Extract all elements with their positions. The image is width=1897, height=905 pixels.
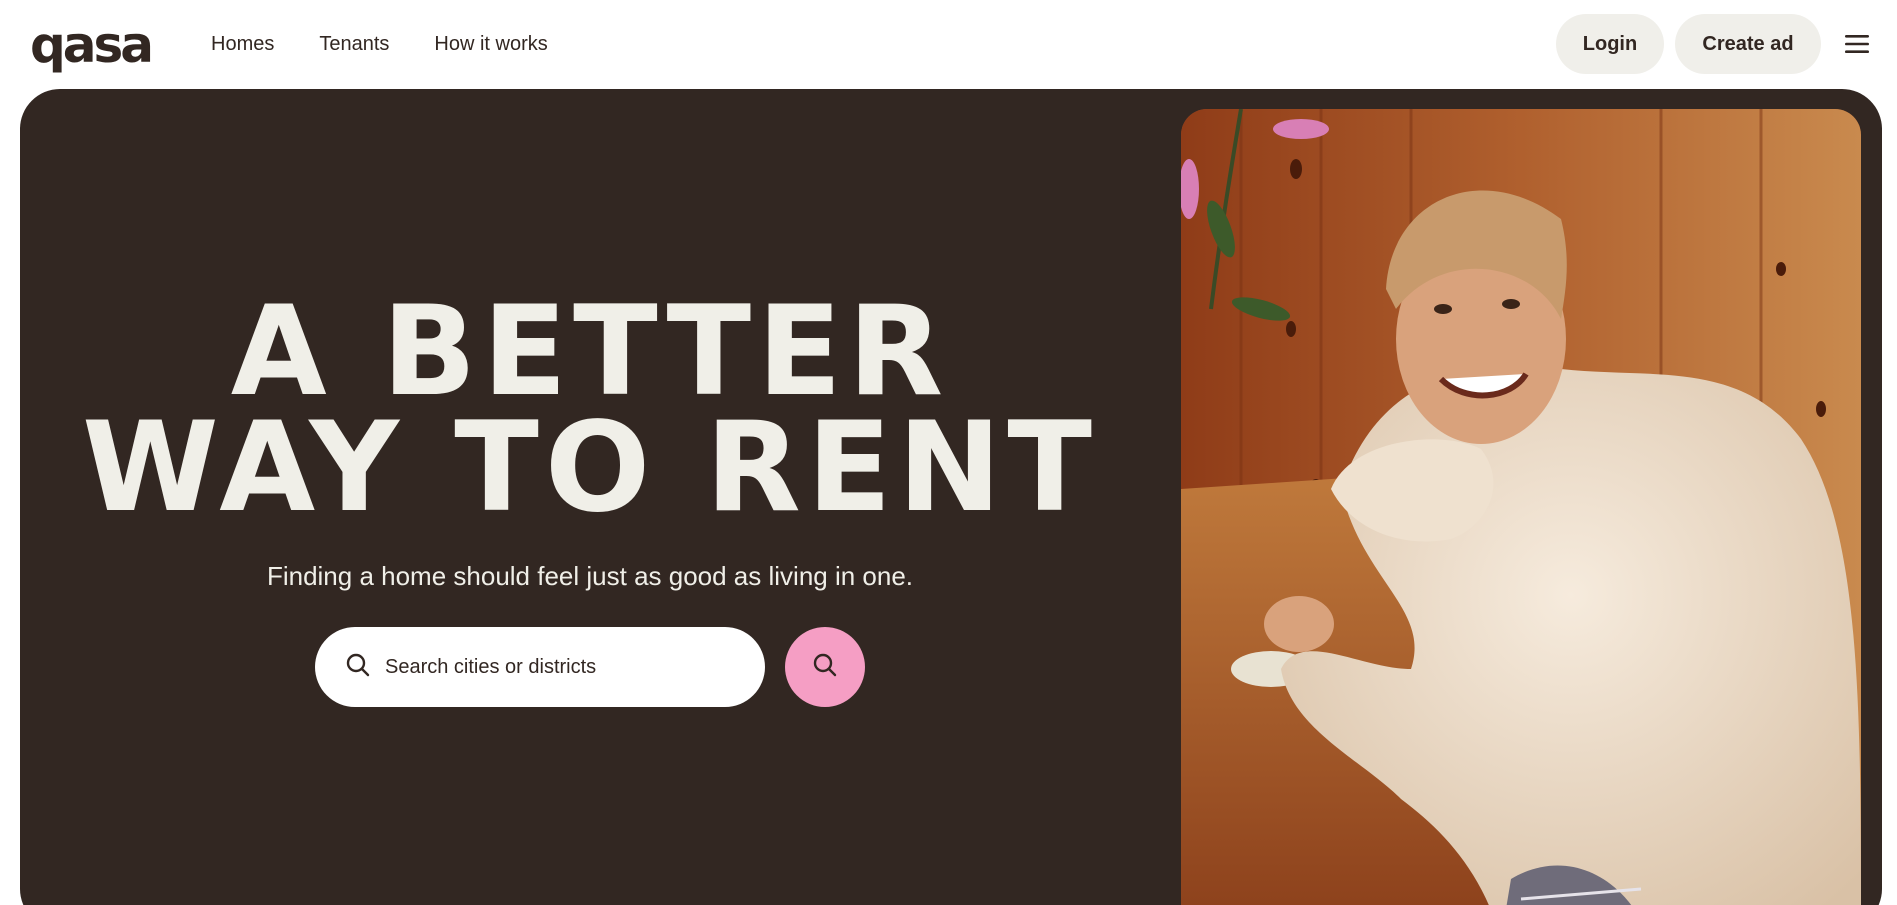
hero-photo <box>1181 109 1861 905</box>
headline-line-2: WAY TO RENT <box>82 396 1098 540</box>
qasa-logo[interactable]: qasa <box>30 18 160 72</box>
logo-text: qasa <box>30 16 154 74</box>
search-field[interactable] <box>315 627 765 707</box>
nav-link-homes[interactable]: Homes <box>211 33 274 56</box>
create-ad-button[interactable]: Create ad <box>1675 14 1821 74</box>
search-submit-button[interactable] <box>785 627 865 707</box>
hero-subtitle: Finding a home should feel just as good … <box>266 561 914 591</box>
site-header: qasa Homes Tenants How it works Login Cr… <box>0 0 1897 88</box>
hamburger-menu-icon[interactable] <box>1843 30 1871 58</box>
nav-link-tenants[interactable]: Tenants <box>319 33 389 56</box>
photo-woman-smiling-at-table <box>1181 109 1861 905</box>
search-input[interactable] <box>385 655 725 679</box>
login-button[interactable]: Login <box>1556 14 1664 74</box>
main-nav: Homes Tenants How it works <box>211 0 548 88</box>
search-icon <box>345 652 371 683</box>
search-icon <box>812 652 838 683</box>
hero-headline: A BETTER WAY TO RENT <box>20 290 1160 530</box>
nav-link-how-it-works[interactable]: How it works <box>434 33 547 56</box>
hero-section: A BETTER WAY TO RENT Finding a home shou… <box>20 89 1882 905</box>
